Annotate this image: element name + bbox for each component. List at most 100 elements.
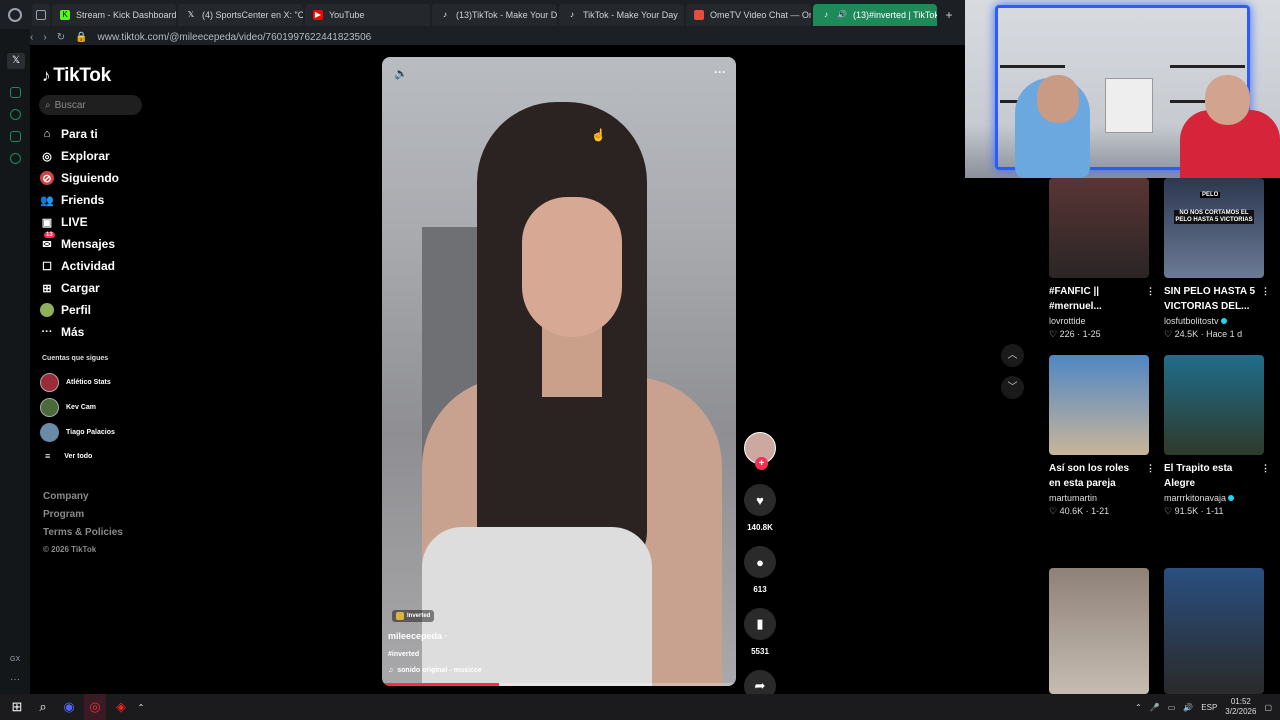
footer-program[interactable]: Program [43, 509, 123, 527]
rec-item[interactable]: PELO NO NOS CORTAMOS EL PELO HASTA 5 VIC… [1155, 178, 1270, 340]
tab-x[interactable]: 𝕏 (4) SportsCenter en X: "C [178, 3, 303, 26]
extensions-icon[interactable] [10, 131, 21, 142]
video-player[interactable]: 🔈 ··· Inverted mileecepeda · Hace 1 d #i… [382, 57, 736, 686]
nav-siguiendo[interactable]: ⊘ Siguiendo [40, 167, 119, 189]
rec-title[interactable]: SIN PELO HASTA 5 VICTORIAS DEL... ⋮ [1164, 284, 1270, 314]
rec-item[interactable]: El Trapito esta Alegre ⋮ marrrkitonavaja ♡… [1155, 355, 1270, 517]
ometv-icon [694, 9, 704, 20]
opera-logo-icon[interactable] [0, 0, 30, 29]
clock[interactable]: 01:52 3/2/2026 [1225, 697, 1256, 717]
nav-explorar[interactable]: ◎ Explorar [40, 145, 119, 167]
mic-icon[interactable]: 🎤 [1150, 703, 1160, 712]
save-action[interactable]: ▮ 5531 [742, 608, 778, 656]
url-field[interactable]: www.tiktok.com/@mileecepeda/video/760199… [98, 32, 372, 43]
search-input[interactable]: ⌕ Buscar [39, 95, 142, 115]
volume-tray-icon[interactable]: 🔊 [1183, 703, 1193, 712]
back-icon[interactable]: ‹ [30, 32, 33, 43]
rec-item[interactable] [1155, 568, 1265, 694]
nav-mas[interactable]: ··· Más [40, 321, 119, 343]
rec-thumbnail[interactable] [1164, 568, 1264, 694]
rec-thumbnail[interactable] [1049, 568, 1149, 694]
reload-icon[interactable]: ↻ [57, 32, 65, 43]
search-icon[interactable]: ⌕ [32, 694, 54, 720]
video-subject-top [422, 527, 652, 686]
x-sidebar-icon[interactable]: 𝕏 [7, 53, 25, 69]
shelf [1170, 65, 1245, 68]
rec-more-icon[interactable]: ⋮ [1261, 284, 1270, 299]
comment-icon[interactable]: ● [744, 546, 776, 578]
scroll-down-icon[interactable]: ﹀ [1001, 376, 1024, 399]
rec-thumbnail[interactable] [1049, 355, 1149, 455]
see-all-link[interactable]: ≡ Ver todo [45, 451, 92, 461]
language-indicator[interactable]: ESP [1201, 703, 1217, 712]
antivirus-icon[interactable]: ◈ [110, 694, 132, 720]
rec-thumbnail[interactable] [1049, 178, 1149, 278]
new-tab-button[interactable]: + [941, 8, 957, 22]
author-name: mileecepeda [388, 631, 443, 641]
more-dots-icon[interactable]: ··· [10, 674, 20, 685]
footer-terms[interactable]: Terms & Policies [43, 527, 123, 545]
nav-actividad[interactable]: ☐ Actividad [40, 255, 119, 277]
following-item[interactable]: Tiago Palacios [40, 420, 115, 445]
video-more-icon[interactable]: ··· [714, 65, 726, 79]
tab-overview[interactable] [32, 3, 50, 26]
rec-title[interactable]: #FANFIC || #mernuel... ⋮ [1049, 284, 1155, 314]
discord-icon[interactable]: ◉ [58, 694, 80, 720]
rec-item[interactable]: #FANFIC || #mernuel... ⋮ lovrottide ♡ 226 … [1040, 178, 1155, 340]
rec-item[interactable] [1040, 568, 1150, 694]
volume-icon[interactable]: 🔈 [394, 67, 408, 80]
opera-gx-icon[interactable]: ◎ [84, 694, 106, 720]
history-icon[interactable] [10, 109, 21, 120]
tab-ometv[interactable]: OmeTV Video Chat — Om [686, 3, 811, 26]
heart-icon[interactable]: ♥ [744, 484, 776, 516]
rec-user[interactable]: lovrottide [1049, 316, 1150, 326]
nav-label: Mensajes [61, 237, 116, 251]
rec-more-icon[interactable]: ⋮ [1146, 284, 1155, 299]
following-item[interactable]: Atlético Stats [40, 370, 115, 395]
wallet-icon[interactable] [10, 87, 21, 98]
video-hashtag[interactable]: #inverted [388, 651, 419, 658]
video-progress-bar[interactable] [382, 683, 736, 686]
scroll-up-icon[interactable]: ︿ [1001, 344, 1024, 367]
rec-title[interactable]: Así son los roles en esta pareja ⋮ [1049, 461, 1155, 491]
rec-thumbnail[interactable] [1164, 355, 1264, 455]
comment-action[interactable]: ● 613 [742, 546, 778, 594]
network-icon[interactable]: ▭ [1168, 703, 1176, 712]
taskbar-chevron-icon[interactable]: ⌃ [136, 694, 146, 720]
rec-item[interactable]: Así son los roles en esta pareja ⋮ martuma… [1040, 355, 1155, 517]
like-action[interactable]: ♥ 140.8K [742, 484, 778, 532]
windows-start-icon[interactable]: ⊞ [6, 694, 28, 720]
settings-icon[interactable] [10, 153, 21, 164]
forward-icon[interactable]: › [43, 32, 46, 43]
rec-more-icon[interactable]: ⋮ [1146, 461, 1155, 476]
nav-mensajes[interactable]: ✉ 13 Mensajes [40, 232, 119, 255]
tab-tiktok-1[interactable]: ♪ (13)TikTok - Make Your Da [432, 3, 557, 26]
nav-para-ti[interactable]: ⌂ Para ti [40, 123, 119, 145]
tray-up-icon[interactable]: ⌃ [1135, 703, 1142, 712]
video-sound[interactable]: ♫ sonido original - musicce [388, 667, 482, 674]
bookmark-icon[interactable]: ▮ [744, 608, 776, 640]
nav-perfil[interactable]: Perfil [40, 299, 119, 321]
rec-user[interactable]: marrrkitonavaja [1164, 493, 1265, 503]
nav-live[interactable]: ▣ LIVE [40, 211, 119, 233]
tab-kick[interactable]: K Stream - Kick Dashboard [52, 3, 176, 26]
tab-youtube[interactable]: ▶ YouTube [305, 3, 430, 26]
video-author[interactable]: mileecepeda · Hace 1 d [388, 631, 478, 641]
rec-title[interactable]: El Trapito esta Alegre ⋮ [1164, 461, 1270, 491]
nav-friends[interactable]: 👥 Friends [40, 189, 119, 211]
tiktok-logo[interactable]: ♪ TikTok [42, 65, 111, 87]
effect-tag[interactable]: Inverted [392, 610, 435, 622]
author-avatar[interactable]: + [744, 432, 776, 470]
footer-company[interactable]: Company [43, 491, 123, 509]
notifications-icon[interactable]: ▢ [1264, 703, 1272, 712]
rec-user[interactable]: martumartin [1049, 493, 1150, 503]
rec-thumbnail[interactable]: PELO NO NOS CORTAMOS EL PELO HASTA 5 VIC… [1164, 178, 1264, 278]
following-item[interactable]: Kev Cam [40, 395, 115, 420]
nav-cargar[interactable]: ⊞ Cargar [40, 277, 119, 299]
follow-plus-icon[interactable]: + [755, 457, 768, 470]
rec-user[interactable]: losfutbolitostv [1164, 316, 1265, 326]
nav-label: Para ti [61, 127, 98, 141]
tab-tiktok-active[interactable]: ♪ 🔊 (13)#inverted | TikTok [813, 3, 937, 26]
rec-more-icon[interactable]: ⋮ [1261, 461, 1270, 476]
tab-tiktok-2[interactable]: ♪ TikTok - Make Your Day [559, 3, 684, 26]
